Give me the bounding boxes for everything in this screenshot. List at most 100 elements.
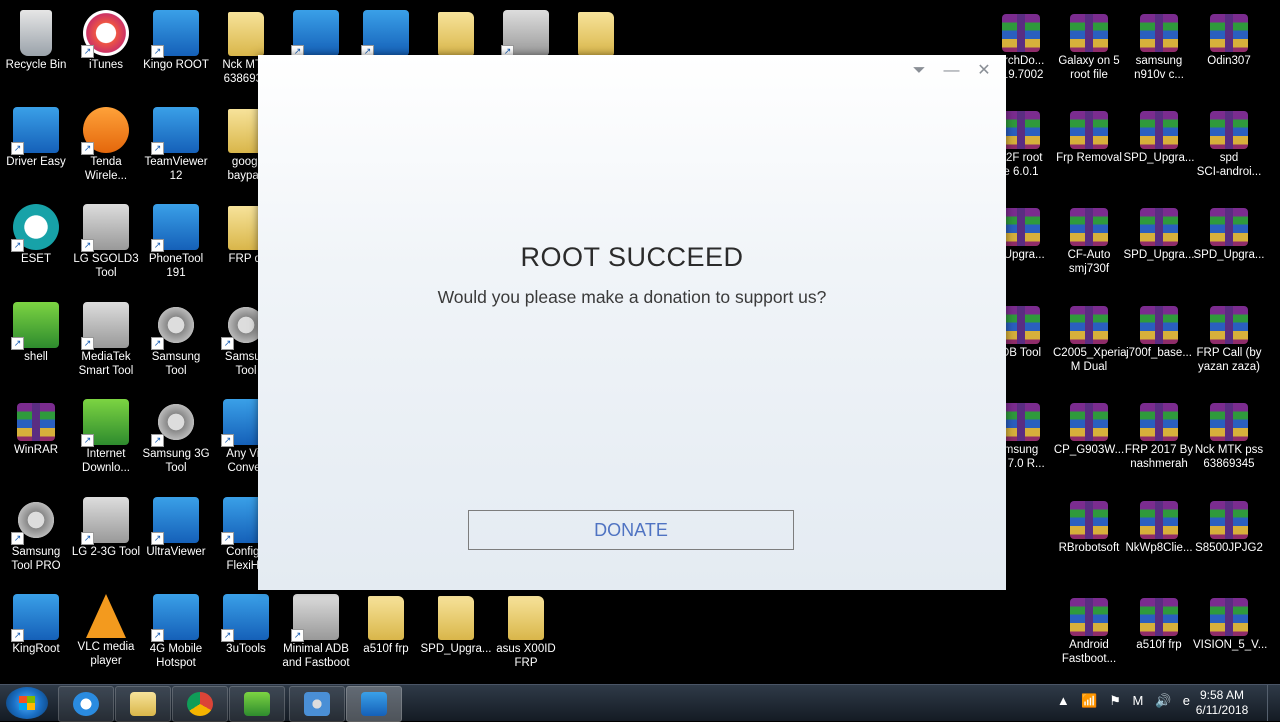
desktop-icon[interactable]: ↗ PhoneTool 191	[140, 200, 212, 290]
desktop-icon[interactable]: VLC media player	[70, 590, 142, 680]
blue-icon: ↗	[361, 10, 409, 58]
desktop-icon-label: SPD_Upgra...	[1193, 249, 1265, 261]
desktop-icon-label: Android Fastboot...	[1061, 639, 1117, 665]
shortcut-arrow-icon: ↗	[81, 45, 94, 58]
desktop-icon[interactable]: ↗ Kingo ROOT	[140, 6, 212, 96]
desktop-icon-label: UltraViewer	[146, 546, 206, 558]
rar-icon	[1210, 306, 1248, 344]
desktop-icon[interactable]: SPD_Upgra...	[1123, 103, 1195, 193]
desktop-icon-label: SPD_Upgra...	[420, 643, 492, 655]
desktop-icon[interactable]: SPD_Upgra...	[1123, 200, 1195, 290]
desktop-icon[interactable]: ↗ 4G Mobile Hotspot	[140, 590, 212, 680]
donate-button[interactable]: DONATE	[468, 510, 794, 550]
clock[interactable]: 9:58 AM 6/11/2018	[1192, 688, 1252, 718]
desktop-icon-label: 3uTools	[226, 643, 266, 655]
desktop-icon[interactable]: ↗ Driver Easy	[0, 103, 72, 193]
rar-icon	[1140, 501, 1178, 539]
desktop-icon[interactable]: ↗ LG 2-3G Tool	[70, 493, 142, 583]
desktop-icon[interactable]: Odin307	[1193, 6, 1265, 96]
taskbar-idm[interactable]	[229, 686, 285, 722]
mail-icon[interactable]: M	[1132, 693, 1143, 708]
show-hidden-icons[interactable]: ▲	[1057, 693, 1070, 708]
blue-icon: ↗	[151, 497, 199, 545]
desktop-icon[interactable]: ↗ iTunes	[70, 6, 142, 96]
taskbar-ie[interactable]	[58, 686, 114, 722]
desktop-icon[interactable]: asus X00ID FRP	[490, 590, 562, 680]
kingo-root-dialog: ⏷ — ✕ ROOT SUCCEED Would you please make…	[258, 55, 1006, 590]
shortcut-arrow-icon: ↗	[81, 532, 94, 545]
desktop-icon[interactable]: ↗ MediaTek Smart Tool	[70, 298, 142, 388]
shortcut-arrow-icon: ↗	[221, 629, 234, 642]
desktop-icon[interactable]: ↗ shell	[0, 298, 72, 388]
taskbar-chrome[interactable]	[172, 686, 228, 722]
gray-icon: ↗	[291, 594, 339, 642]
rar-icon	[1210, 111, 1248, 149]
taskbar-explorer[interactable]	[115, 686, 171, 722]
desktop-icon[interactable]: Android Fastboot...	[1053, 590, 1125, 680]
desktop-icon[interactable]: ↗ Internet Downlo...	[70, 395, 142, 485]
blue-icon: ↗	[291, 10, 339, 58]
desktop-icon[interactable]: ↗ UltraViewer	[140, 493, 212, 583]
desktop-icon[interactable]: ↗ TeamViewer 12	[140, 103, 212, 193]
show-desktop-button[interactable]	[1267, 685, 1280, 721]
desktop-icon[interactable]: C2005_Xperia M Dual	[1053, 298, 1127, 388]
desktop-icon[interactable]: Recycle Bin	[0, 6, 72, 96]
taskbar: ▲ 📶 ⚑ M 🔊 e 9:58 AM 6/11/2018	[0, 684, 1280, 722]
desktop-icon[interactable]: j700f_base...	[1123, 298, 1195, 388]
desktop-icon[interactable]: ↗ Samsung Tool	[140, 298, 212, 388]
desktop-icon[interactable]: a510f frp	[1123, 590, 1195, 680]
volume-icon[interactable]: 🔊	[1155, 693, 1171, 708]
desktop-icon[interactable]: ↗ Samsung 3G Tool	[140, 395, 212, 485]
desktop-icon[interactable]: ↗ KingRoot	[0, 590, 72, 680]
desktop-icon[interactable]: NkWp8Clie...	[1123, 493, 1195, 583]
desktop-icon[interactable]: Galaxy on 5 root file	[1053, 6, 1125, 96]
shortcut-arrow-icon: ↗	[11, 532, 24, 545]
desktop-icon[interactable]: SPD_Upgra...	[420, 590, 492, 680]
desktop-icon[interactable]: ↗ Samsung Tool PRO	[0, 493, 72, 583]
network-icon[interactable]: 📶	[1081, 693, 1097, 708]
desktop-icon[interactable]: SPD_Upgra...	[1193, 200, 1265, 290]
desktop-icon[interactable]: CP_G903W...	[1053, 395, 1125, 485]
eset-icon: ↗	[11, 204, 59, 252]
shortcut-arrow-icon: ↗	[151, 45, 164, 58]
desktop-icon[interactable]: VISION_5_V...	[1193, 590, 1267, 680]
taskbar-samsung-tool[interactable]	[289, 686, 345, 722]
desktop-icon[interactable]: ↗ Tenda Wirele...	[70, 103, 142, 193]
bin-icon	[20, 10, 52, 56]
folder-icon	[130, 692, 156, 716]
desktop-icon[interactable]: WinRAR	[0, 395, 72, 485]
desktop-icon[interactable]: ↗ 3uTools	[210, 590, 282, 680]
desktop-icon[interactable]: ↗ ESET	[0, 200, 72, 290]
desktop-icon[interactable]: ↗ LG SGOLD3 Tool	[70, 200, 142, 290]
desktop-icon[interactable]: S8500JPJG2	[1193, 493, 1265, 583]
menu-dropdown-icon[interactable]: ⏷	[905, 61, 933, 81]
close-button[interactable]: ✕	[970, 61, 998, 81]
desktop-icon[interactable]: Frp Removal	[1053, 103, 1125, 193]
minimize-button[interactable]: —	[938, 61, 966, 81]
rar-icon	[1140, 598, 1178, 636]
shortcut-arrow-icon: ↗	[151, 629, 164, 642]
desktop-icon[interactable]: FRP Call (by yazan zaza)	[1193, 298, 1265, 388]
desktop-icon-label: Driver Easy	[6, 156, 66, 168]
folder-icon	[438, 12, 474, 56]
start-button[interactable]	[6, 687, 48, 719]
rar-icon	[1002, 306, 1040, 344]
desktop-icon[interactable]: spd SCI-androi...	[1193, 103, 1265, 193]
taskbar-kingo-root[interactable]	[346, 686, 402, 722]
desktop-icon[interactable]: a510f frp	[350, 590, 422, 680]
eset-tray-icon[interactable]: e	[1183, 693, 1190, 708]
desktop-icon-label: NkWp8Clie...	[1125, 542, 1193, 554]
action-center-icon[interactable]: ⚑	[1109, 693, 1121, 708]
desktop-icon[interactable]: samsung n910v c...	[1123, 6, 1195, 96]
blue-icon: ↗	[11, 594, 59, 642]
desktop-icon[interactable]: ↗ Minimal ADB and Fastboot	[280, 590, 352, 680]
desktop-icon[interactable]: CF-Auto smj730f	[1053, 200, 1125, 290]
shortcut-arrow-icon: ↗	[221, 434, 234, 447]
gray-icon: ↗	[81, 497, 129, 545]
desktop-icon[interactable]: FRP 2017 By nashmerah	[1123, 395, 1195, 485]
desktop-icon-label: a510f frp	[1136, 639, 1182, 651]
desktop-icon-label: FRP Call (by yazan zaza)	[1196, 347, 1262, 373]
desktop-icon[interactable]: Nck MTK pss 63869345	[1193, 395, 1265, 485]
desktop-icon[interactable]: RBrobotsoft	[1053, 493, 1125, 583]
rar-icon	[1210, 14, 1248, 52]
